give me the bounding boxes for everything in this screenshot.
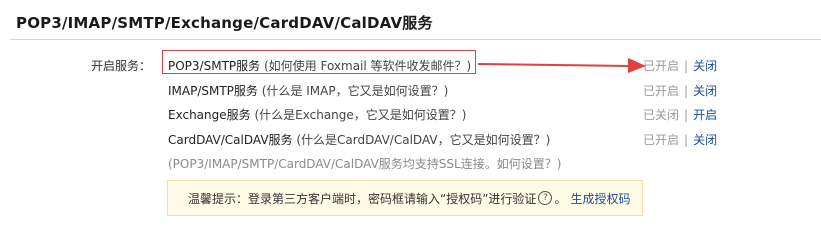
status-imap: 已开启 | 关闭 (643, 82, 717, 99)
toggle-pop3-button[interactable]: 关闭 (693, 59, 717, 73)
separator: | (684, 84, 689, 98)
tip-box: 温馨提示：登录第三方客户端时，密码框请输入“授权码”进行验证 ? 。 生成授权码 (167, 180, 643, 216)
annotation-arrow-icon (478, 58, 646, 73)
service-row-imap: IMAP/SMTP服务 (什么是 IMAP，它又是如何设置？) (168, 82, 448, 99)
tip-text: 温馨提示：登录第三方客户端时，密码框请输入“授权码”进行验证 (188, 191, 537, 206)
service-name: IMAP/SMTP服务 (168, 84, 258, 98)
separator: | (684, 59, 689, 73)
ssl-note-link[interactable]: (POP3/IMAP/SMTP/CardDAV/CalDAV服务均支持SSL连接… (168, 155, 561, 172)
generate-auth-code-link[interactable]: 生成授权码 (570, 190, 630, 207)
service-help-link[interactable]: (如何使用 Foxmail 等软件收发邮件？) (264, 59, 471, 73)
separator: | (684, 108, 689, 122)
toggle-carddav-button[interactable]: 关闭 (693, 133, 717, 147)
status-text: 已开启 (643, 84, 680, 98)
status-pop3: 已开启 | 关闭 (643, 57, 717, 74)
service-row-exchange: Exchange服务 (什么是Exchange，它又是如何设置？) (168, 106, 466, 123)
title-divider (10, 39, 821, 40)
status-text: 已关闭 (643, 108, 680, 122)
service-name: POP3/SMTP服务 (168, 59, 261, 73)
status-carddav: 已开启 | 关闭 (643, 131, 717, 148)
status-text: 已开启 (643, 133, 680, 147)
status-text: 已开启 (643, 59, 680, 73)
status-exchange: 已关闭 | 开启 (643, 106, 717, 123)
toggle-imap-button[interactable]: 关闭 (693, 84, 717, 98)
service-help-link[interactable]: (什么是CardDAV/CalDAV，它又是如何设置？) (296, 133, 550, 147)
enable-service-label: 开启服务： (91, 59, 152, 73)
service-row-carddav: CardDAV/CalDAV服务 (什么是CardDAV/CalDAV，它又是如… (168, 131, 550, 148)
separator: | (684, 133, 689, 147)
toggle-exchange-button[interactable]: 开启 (693, 108, 717, 122)
service-help-link[interactable]: (什么是 IMAP，它又是如何设置？) (262, 84, 449, 98)
service-help-link[interactable]: (什么是Exchange，它又是如何设置？) (254, 108, 466, 122)
question-icon[interactable]: ? (538, 191, 553, 205)
tip-punct: 。 (554, 191, 567, 206)
section-title: POP3/IMAP/SMTP/Exchange/CardDAV/CalDAV服务 (16, 14, 433, 32)
service-row-pop3: POP3/SMTP服务 (如何使用 Foxmail 等软件收发邮件？) (168, 57, 471, 74)
service-name: CardDAV/CalDAV服务 (168, 133, 293, 147)
service-name: Exchange服务 (168, 108, 251, 122)
